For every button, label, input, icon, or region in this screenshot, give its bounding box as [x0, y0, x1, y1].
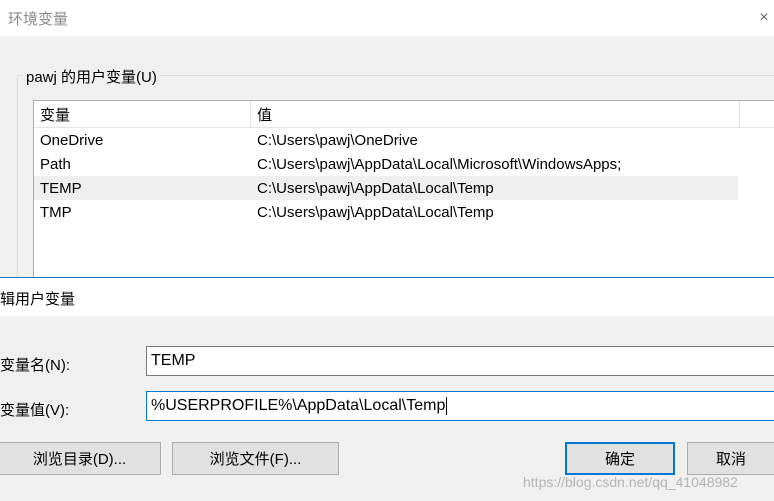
- list-header: 变量 值: [34, 101, 774, 128]
- row-variable-value: C:\Users\pawj\AppData\Local\Temp: [257, 203, 494, 221]
- variable-value-input[interactable]: %USERPROFILE%\AppData\Local\Temp: [146, 391, 774, 421]
- variable-name-label: 变量名(N):: [0, 357, 70, 374]
- env-window-titlebar: 环境变量: [0, 0, 774, 36]
- browse-file-button[interactable]: 浏览文件(F)...: [172, 442, 339, 475]
- row-variable-name: TMP: [40, 203, 72, 221]
- table-row[interactable]: TMP C:\Users\pawj\AppData\Local\Temp: [34, 200, 738, 224]
- row-variable-value: C:\Users\pawj\AppData\Local\Temp: [257, 179, 494, 197]
- row-variable-name: OneDrive: [40, 131, 104, 149]
- edit-user-variable-dialog: 辑用户变量 变量名(N): TEMP 变量值(V): %USERPROFILE%…: [0, 277, 774, 501]
- table-row[interactable]: Path C:\Users\pawj\AppData\Local\Microso…: [34, 152, 738, 176]
- variable-name-text: TEMP: [151, 352, 196, 369]
- dialog-title: 辑用户变量: [0, 291, 76, 308]
- variable-value-text: %USERPROFILE%\AppData\Local\Temp: [151, 397, 446, 414]
- env-window-title: 环境变量: [8, 10, 69, 28]
- row-variable-name: TEMP: [40, 179, 82, 197]
- user-variables-list[interactable]: 变量 值 OneDrive C:\Users\pawj\OneDrive Pat…: [33, 100, 774, 290]
- column-header-variable[interactable]: 变量: [34, 101, 250, 128]
- column-separator[interactable]: [739, 101, 740, 128]
- variable-value-label: 变量值(V):: [0, 402, 70, 419]
- table-row[interactable]: OneDrive C:\Users\pawj\OneDrive: [34, 128, 738, 152]
- variable-name-input[interactable]: TEMP: [146, 346, 774, 376]
- close-icon[interactable]: ×: [754, 0, 774, 36]
- watermark-text: https://blog.csdn.net/qq_41048982: [523, 474, 738, 490]
- row-variable-value: C:\Users\pawj\OneDrive: [257, 131, 418, 149]
- user-variables-group-label: pawj 的用户变量(U): [23, 66, 160, 87]
- ok-button[interactable]: 确定: [565, 442, 675, 475]
- row-variable-value: C:\Users\pawj\AppData\Local\Microsoft\Wi…: [257, 155, 622, 173]
- cancel-button[interactable]: 取消: [687, 442, 774, 475]
- text-caret: [446, 397, 448, 415]
- column-header-value[interactable]: 值: [251, 101, 739, 128]
- dialog-titlebar[interactable]: 辑用户变量: [0, 278, 774, 316]
- table-row-selected[interactable]: TEMP C:\Users\pawj\AppData\Local\Temp: [34, 176, 738, 200]
- row-variable-name: Path: [40, 155, 71, 173]
- browse-directory-button[interactable]: 浏览目录(D)...: [0, 442, 161, 475]
